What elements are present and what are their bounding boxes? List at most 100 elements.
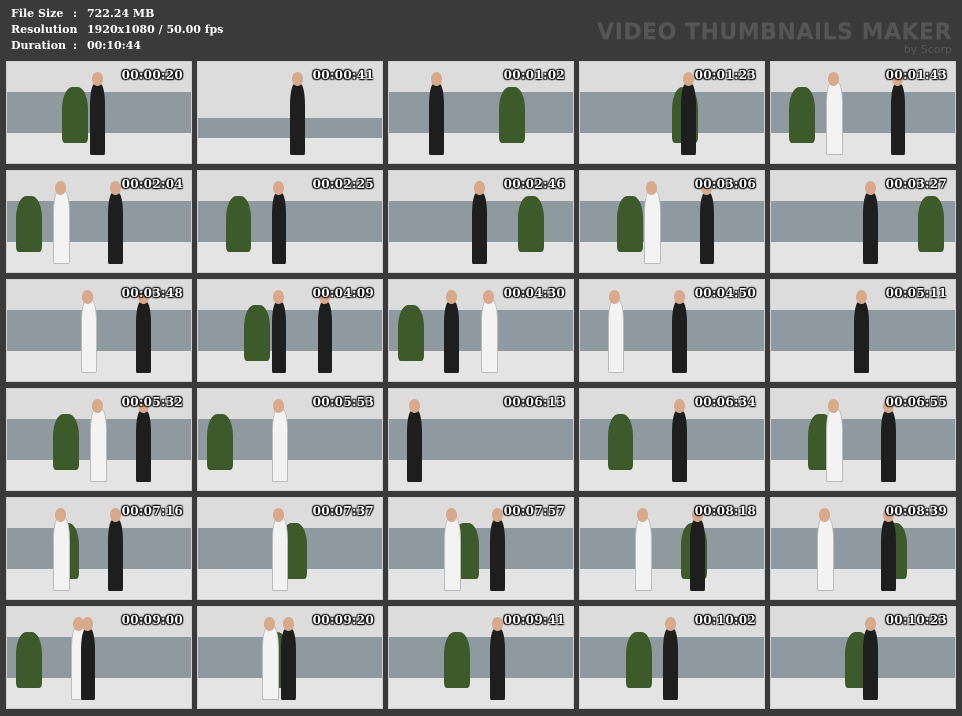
- thumbnail-frame[interactable]: 00:06:55: [770, 388, 956, 491]
- scene-person: [429, 84, 445, 155]
- scene-person: [881, 411, 897, 482]
- scene-floor: [580, 568, 764, 599]
- thumbnail-timecode: 00:07:37: [312, 504, 374, 518]
- watermark-title: VIDEO THUMBNAILS MAKER: [597, 20, 952, 45]
- thumbnail-frame[interactable]: 00:05:11: [770, 279, 956, 382]
- scene-plant: [499, 87, 526, 143]
- thumbnail-frame[interactable]: 00:00:41: [197, 61, 383, 164]
- scene-plant: [517, 196, 544, 252]
- thumbnail-timecode: 00:05:11: [885, 286, 947, 300]
- scene-wall: [580, 201, 764, 242]
- scene-plant: [53, 414, 79, 470]
- scene-floor: [7, 350, 191, 381]
- thumbnail-frame[interactable]: 00:03:06: [579, 170, 765, 273]
- thumbnail-timecode: 00:03:27: [885, 177, 947, 191]
- scene-wall: [389, 92, 573, 133]
- scene-person-head: [91, 72, 103, 87]
- thumbnail-timecode: 00:05:32: [121, 395, 183, 409]
- scene-floor: [198, 350, 382, 381]
- scene-plant: [626, 632, 652, 688]
- scene-wall: [389, 528, 573, 569]
- thumbnail-frame[interactable]: 00:09:20: [197, 606, 383, 709]
- thumbnail-frame[interactable]: 00:01:43: [770, 61, 956, 164]
- thumbnail-frame[interactable]: 00:03:27: [770, 170, 956, 273]
- thumbnail-frame[interactable]: 00:04:30: [388, 279, 574, 382]
- thumbnail-frame[interactable]: 00:08:18: [579, 497, 765, 600]
- thumbnail-timecode: 00:03:06: [694, 177, 756, 191]
- scene-person-head: [664, 617, 676, 632]
- thumbnail-frame[interactable]: 00:07:57: [388, 497, 574, 600]
- thumbnail-timecode: 00:06:13: [503, 395, 565, 409]
- scene-wall: [771, 528, 955, 569]
- resolution-value: 1920x1080 / 50.00 fps: [87, 23, 224, 36]
- duration-label: Duration: [11, 39, 67, 52]
- scene-floor: [7, 568, 191, 599]
- thumbnail-timecode: 00:08:39: [885, 504, 947, 518]
- thumbnail-timecode: 00:04:30: [503, 286, 565, 300]
- scene-person: [135, 302, 151, 373]
- thumbnail-timecode: 00:04:50: [694, 286, 756, 300]
- thumbnail-frame[interactable]: 00:03:48: [6, 279, 192, 382]
- thumbnail-frame[interactable]: 00:06:34: [579, 388, 765, 491]
- scene-person: [881, 520, 897, 591]
- scene-plant: [244, 305, 270, 361]
- thumbnail-frame[interactable]: 00:05:32: [6, 388, 192, 491]
- thumbnail-timecode: 00:09:20: [312, 613, 374, 627]
- scene-person-head: [54, 181, 66, 196]
- scene-person: [53, 518, 70, 591]
- thumbnail-frame[interactable]: 00:07:37: [197, 497, 383, 600]
- scene-person: [444, 302, 459, 373]
- thumbnail-frame[interactable]: 00:07:16: [6, 497, 192, 600]
- scene-plant: [607, 414, 634, 470]
- scene-person: [280, 629, 296, 700]
- scene-floor: [580, 241, 764, 272]
- thumbnail-timecode: 00:08:18: [694, 504, 756, 518]
- thumbnail-frame[interactable]: 00:01:23: [579, 61, 765, 164]
- scene-person-head: [673, 399, 685, 414]
- thumbnail-timecode: 00:03:48: [121, 286, 183, 300]
- scene-person: [699, 193, 715, 264]
- scene-floor: [771, 568, 955, 599]
- scene-person-head: [282, 617, 294, 632]
- scene-floor: [389, 677, 573, 708]
- scene-plant: [16, 632, 42, 688]
- thumbnail-frame[interactable]: 00:02:04: [6, 170, 192, 273]
- scene-plant: [918, 196, 944, 252]
- scene-wall: [7, 310, 191, 351]
- thumbnail-frame[interactable]: 00:02:25: [197, 170, 383, 273]
- scene-wall: [771, 419, 955, 460]
- duration-row: Duration : 00:10:44: [11, 38, 223, 54]
- thumbnail-frame[interactable]: 00:08:39: [770, 497, 956, 600]
- scene-person: [444, 518, 461, 591]
- thumbnail-timecode: 00:04:09: [312, 286, 374, 300]
- scene-person: [108, 193, 123, 264]
- scene-person: [89, 409, 107, 482]
- scene-person: [863, 193, 878, 264]
- thumbnail-frame[interactable]: 00:09:00: [6, 606, 192, 709]
- scene-plant: [789, 87, 816, 143]
- thumbnail-frame[interactable]: 00:05:53: [197, 388, 383, 491]
- scene-person: [271, 193, 287, 264]
- scene-person: [317, 302, 333, 373]
- thumbnail-frame[interactable]: 00:00:20: [6, 61, 192, 164]
- thumbnail-frame[interactable]: 00:04:09: [197, 279, 383, 382]
- thumbnail-frame[interactable]: 00:02:46: [388, 170, 574, 273]
- thumbnail-frame[interactable]: 00:10:02: [579, 606, 765, 709]
- thumbnail-timecode: 00:02:25: [312, 177, 374, 191]
- thumbnail-frame[interactable]: 00:09:41: [388, 606, 574, 709]
- file-info-panel: File Size : 722.24 MB Resolution : 1920x…: [11, 6, 223, 54]
- scene-plant: [616, 196, 643, 252]
- scene-person: [490, 629, 505, 700]
- thumbnail-timecode: 00:06:34: [694, 395, 756, 409]
- thumbnail-frame[interactable]: 00:10:23: [770, 606, 956, 709]
- thumbnail-frame[interactable]: 00:01:02: [388, 61, 574, 164]
- duration-value: 00:10:44: [87, 39, 142, 52]
- scene-plant: [398, 305, 424, 361]
- scene-person: [271, 302, 287, 373]
- thumbnail-timecode: 00:10:02: [694, 613, 756, 627]
- file-size-label: File Size: [11, 7, 64, 20]
- file-size-value: 722.24 MB: [87, 7, 155, 20]
- thumbnail-frame[interactable]: 00:04:50: [579, 279, 765, 382]
- scene-person: [290, 84, 305, 155]
- thumbnail-frame[interactable]: 00:06:13: [388, 388, 574, 491]
